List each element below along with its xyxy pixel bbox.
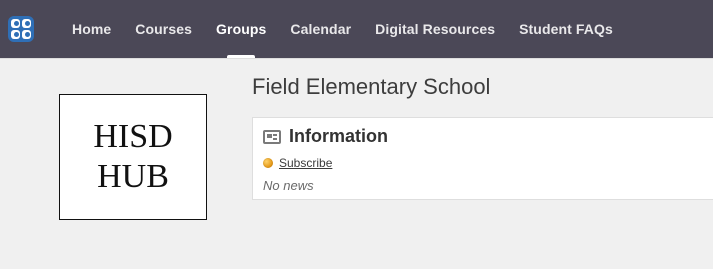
nav-item-digital-resources[interactable]: Digital Resources [363, 0, 507, 58]
no-news-text: No news [263, 178, 314, 193]
news-icon [263, 129, 281, 144]
information-title: Information [289, 126, 388, 146]
nav-item-courses[interactable]: Courses [123, 0, 204, 58]
rss-icon [263, 158, 273, 168]
nav-items: Home Courses Groups Calendar Digital Res… [60, 0, 625, 58]
information-header: Information [263, 126, 388, 147]
nav-item-student-faqs[interactable]: Student FAQs [507, 0, 625, 58]
nav-item-groups[interactable]: Groups [204, 0, 278, 58]
nav-item-calendar[interactable]: Calendar [278, 0, 363, 58]
page-title: Field Elementary School [252, 74, 491, 99]
top-navigation: Home Courses Groups Calendar Digital Res… [0, 0, 713, 58]
hisd-hub-line-2: HUB [97, 158, 169, 195]
hisd-hub-box: HISD HUB [59, 94, 207, 220]
subscribe-link[interactable]: Subscribe [279, 156, 332, 170]
app-logo-icon[interactable] [8, 16, 34, 42]
subscribe-row: Subscribe [263, 156, 332, 170]
information-card: Information Subscribe No news [252, 117, 713, 200]
nav-item-home[interactable]: Home [60, 0, 123, 58]
hisd-hub-line-1: HISD [93, 118, 173, 155]
